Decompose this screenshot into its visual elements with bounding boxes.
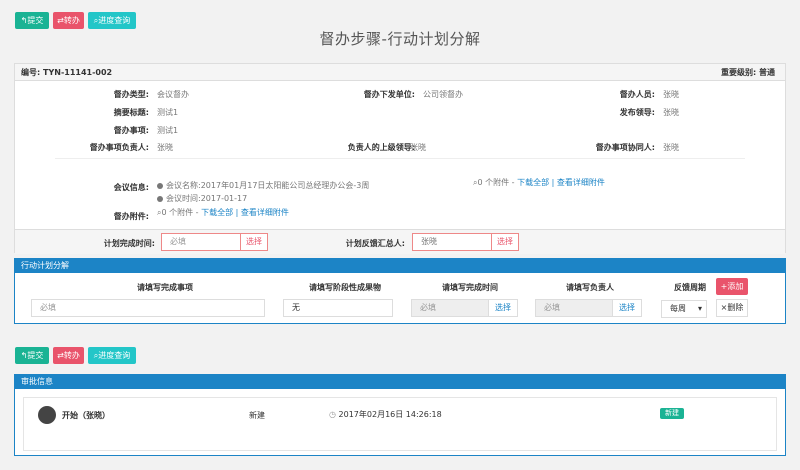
cycle-select[interactable]: 每周 ▾	[661, 300, 707, 318]
matter-value: 测试1	[157, 126, 179, 135]
complete-time-label: 计划完成时间:	[103, 239, 155, 248]
progress-query-button-bottom[interactable]: ⌕进度查询	[88, 347, 136, 364]
supervise-type-label: 督办类型:	[113, 90, 149, 99]
info-icon	[157, 196, 163, 202]
col-item-header: 请填写完成事项	[137, 283, 193, 292]
responsible-value: 张晓	[157, 143, 173, 152]
supervisor-label: 督办人员:	[619, 90, 655, 99]
complete-time-input[interactable]: 必填	[161, 233, 241, 251]
info-panel: 编号: TYN-11141-002 重要级别: 普通 督办类型: 会议督办 督办…	[14, 63, 786, 254]
approval-header: 审批信息	[15, 375, 785, 389]
summary-title-value: 测试1	[157, 108, 179, 117]
feedback-select-button[interactable]: 选择	[491, 233, 519, 251]
issuing-unit-label: 督办下发单位:	[363, 90, 415, 99]
approval-step: 开始（张晓）	[62, 411, 110, 420]
importance-value: 普通	[759, 68, 775, 77]
supervise-type-value: 会议督办	[157, 90, 189, 99]
caret-down-icon: ▾	[697, 304, 702, 313]
owner-input[interactable]: 必填	[535, 299, 613, 317]
plan-row: 计划完成时间: 必填 选择 计划反馈汇总人: 张晓 选择	[15, 229, 785, 254]
submit-button[interactable]: ↰提交	[15, 12, 49, 29]
id-value: TYN-11141-002	[43, 68, 113, 77]
col-time-header: 请填写完成时间	[442, 283, 498, 292]
item-input[interactable]: 必填	[31, 299, 265, 317]
info-header: 编号: TYN-11141-002 重要级别: 普通	[15, 64, 785, 81]
clock-icon: ◷	[329, 410, 336, 419]
transfer-button-bottom[interactable]: ⇄转办	[53, 347, 84, 364]
attach-download-all-link[interactable]: 下载全部	[201, 208, 233, 217]
approval-item: 开始（张晓） 新建 ◷ 2017年02月16日 14:26:18 新建	[23, 397, 777, 451]
assistant-label: 督办事项协同人:	[595, 143, 655, 152]
page-title: 督办步骤-行动计划分解	[319, 30, 481, 48]
col-owner-header: 请填写负责人	[566, 283, 614, 292]
time-input[interactable]: 必填	[411, 299, 489, 317]
col-cycle-header: 反馈周期	[674, 283, 706, 292]
status-badge: 新建	[660, 408, 684, 419]
attach-view-detail-link[interactable]: 查看详细附件	[241, 208, 289, 217]
time-select-button[interactable]: 选择	[488, 299, 518, 317]
progress-query-button[interactable]: ⌕进度查询	[88, 12, 136, 29]
col-result-header: 请填写阶段性成果物	[309, 283, 381, 292]
supervisor-value: 张晓	[663, 90, 679, 99]
delete-row-button[interactable]: ×删除	[716, 299, 748, 317]
superior-label: 负责人的上级领导:	[347, 143, 415, 152]
result-input[interactable]: 无	[283, 299, 393, 317]
matter-label: 督办事项:	[113, 126, 149, 135]
attachments-label: 督办附件:	[113, 212, 149, 221]
summary-title-label: 摘要标题:	[113, 108, 149, 117]
avatar	[38, 406, 56, 424]
superior-value: 张晓	[410, 143, 426, 152]
transfer-button[interactable]: ⇄转办	[53, 12, 84, 29]
publisher-label: 发布领导:	[619, 108, 655, 117]
action-plan-panel: 行动计划分解 请填写完成事项 请填写阶段性成果物 请填写完成时间 请填写负责人 …	[14, 258, 786, 324]
importance-label: 重要级别:	[721, 68, 757, 77]
id-label: 编号:	[21, 68, 41, 77]
submit-button-bottom[interactable]: ↰提交	[15, 347, 49, 364]
meeting-download-all-link[interactable]: 下载全部	[517, 178, 549, 187]
approval-status: 新建	[249, 411, 265, 420]
exchange-icon: ⇄	[57, 351, 64, 360]
exchange-icon: ⇄	[57, 16, 64, 25]
approval-time: 2017年02月16日 14:26:18	[338, 410, 442, 419]
meeting-name: 2017年01月17日太阳能公司总经理办公会-3周	[200, 181, 370, 190]
publisher-value: 张晓	[663, 108, 679, 117]
info-icon	[157, 183, 163, 189]
feedback-label: 计划反馈汇总人:	[345, 239, 405, 248]
responsible-label: 督办事项负责人:	[89, 143, 149, 152]
issuing-unit-value: 公司领督办	[423, 90, 463, 99]
meeting-time: 2017-01-17	[200, 194, 248, 203]
add-row-button[interactable]: +添加	[716, 278, 748, 295]
owner-select-button[interactable]: 选择	[612, 299, 642, 317]
approval-panel: 审批信息 开始（张晓） 新建 ◷ 2017年02月16日 14:26:18 新建	[14, 374, 786, 456]
assistant-value: 张晓	[663, 143, 679, 152]
feedback-input[interactable]: 张晓	[412, 233, 492, 251]
meeting-info-label: 会议信息:	[113, 183, 149, 192]
action-plan-header: 行动计划分解	[15, 259, 785, 273]
meeting-view-detail-link[interactable]: 查看详细附件	[557, 178, 605, 187]
divider	[55, 158, 745, 159]
complete-time-select-button[interactable]: 选择	[240, 233, 268, 251]
